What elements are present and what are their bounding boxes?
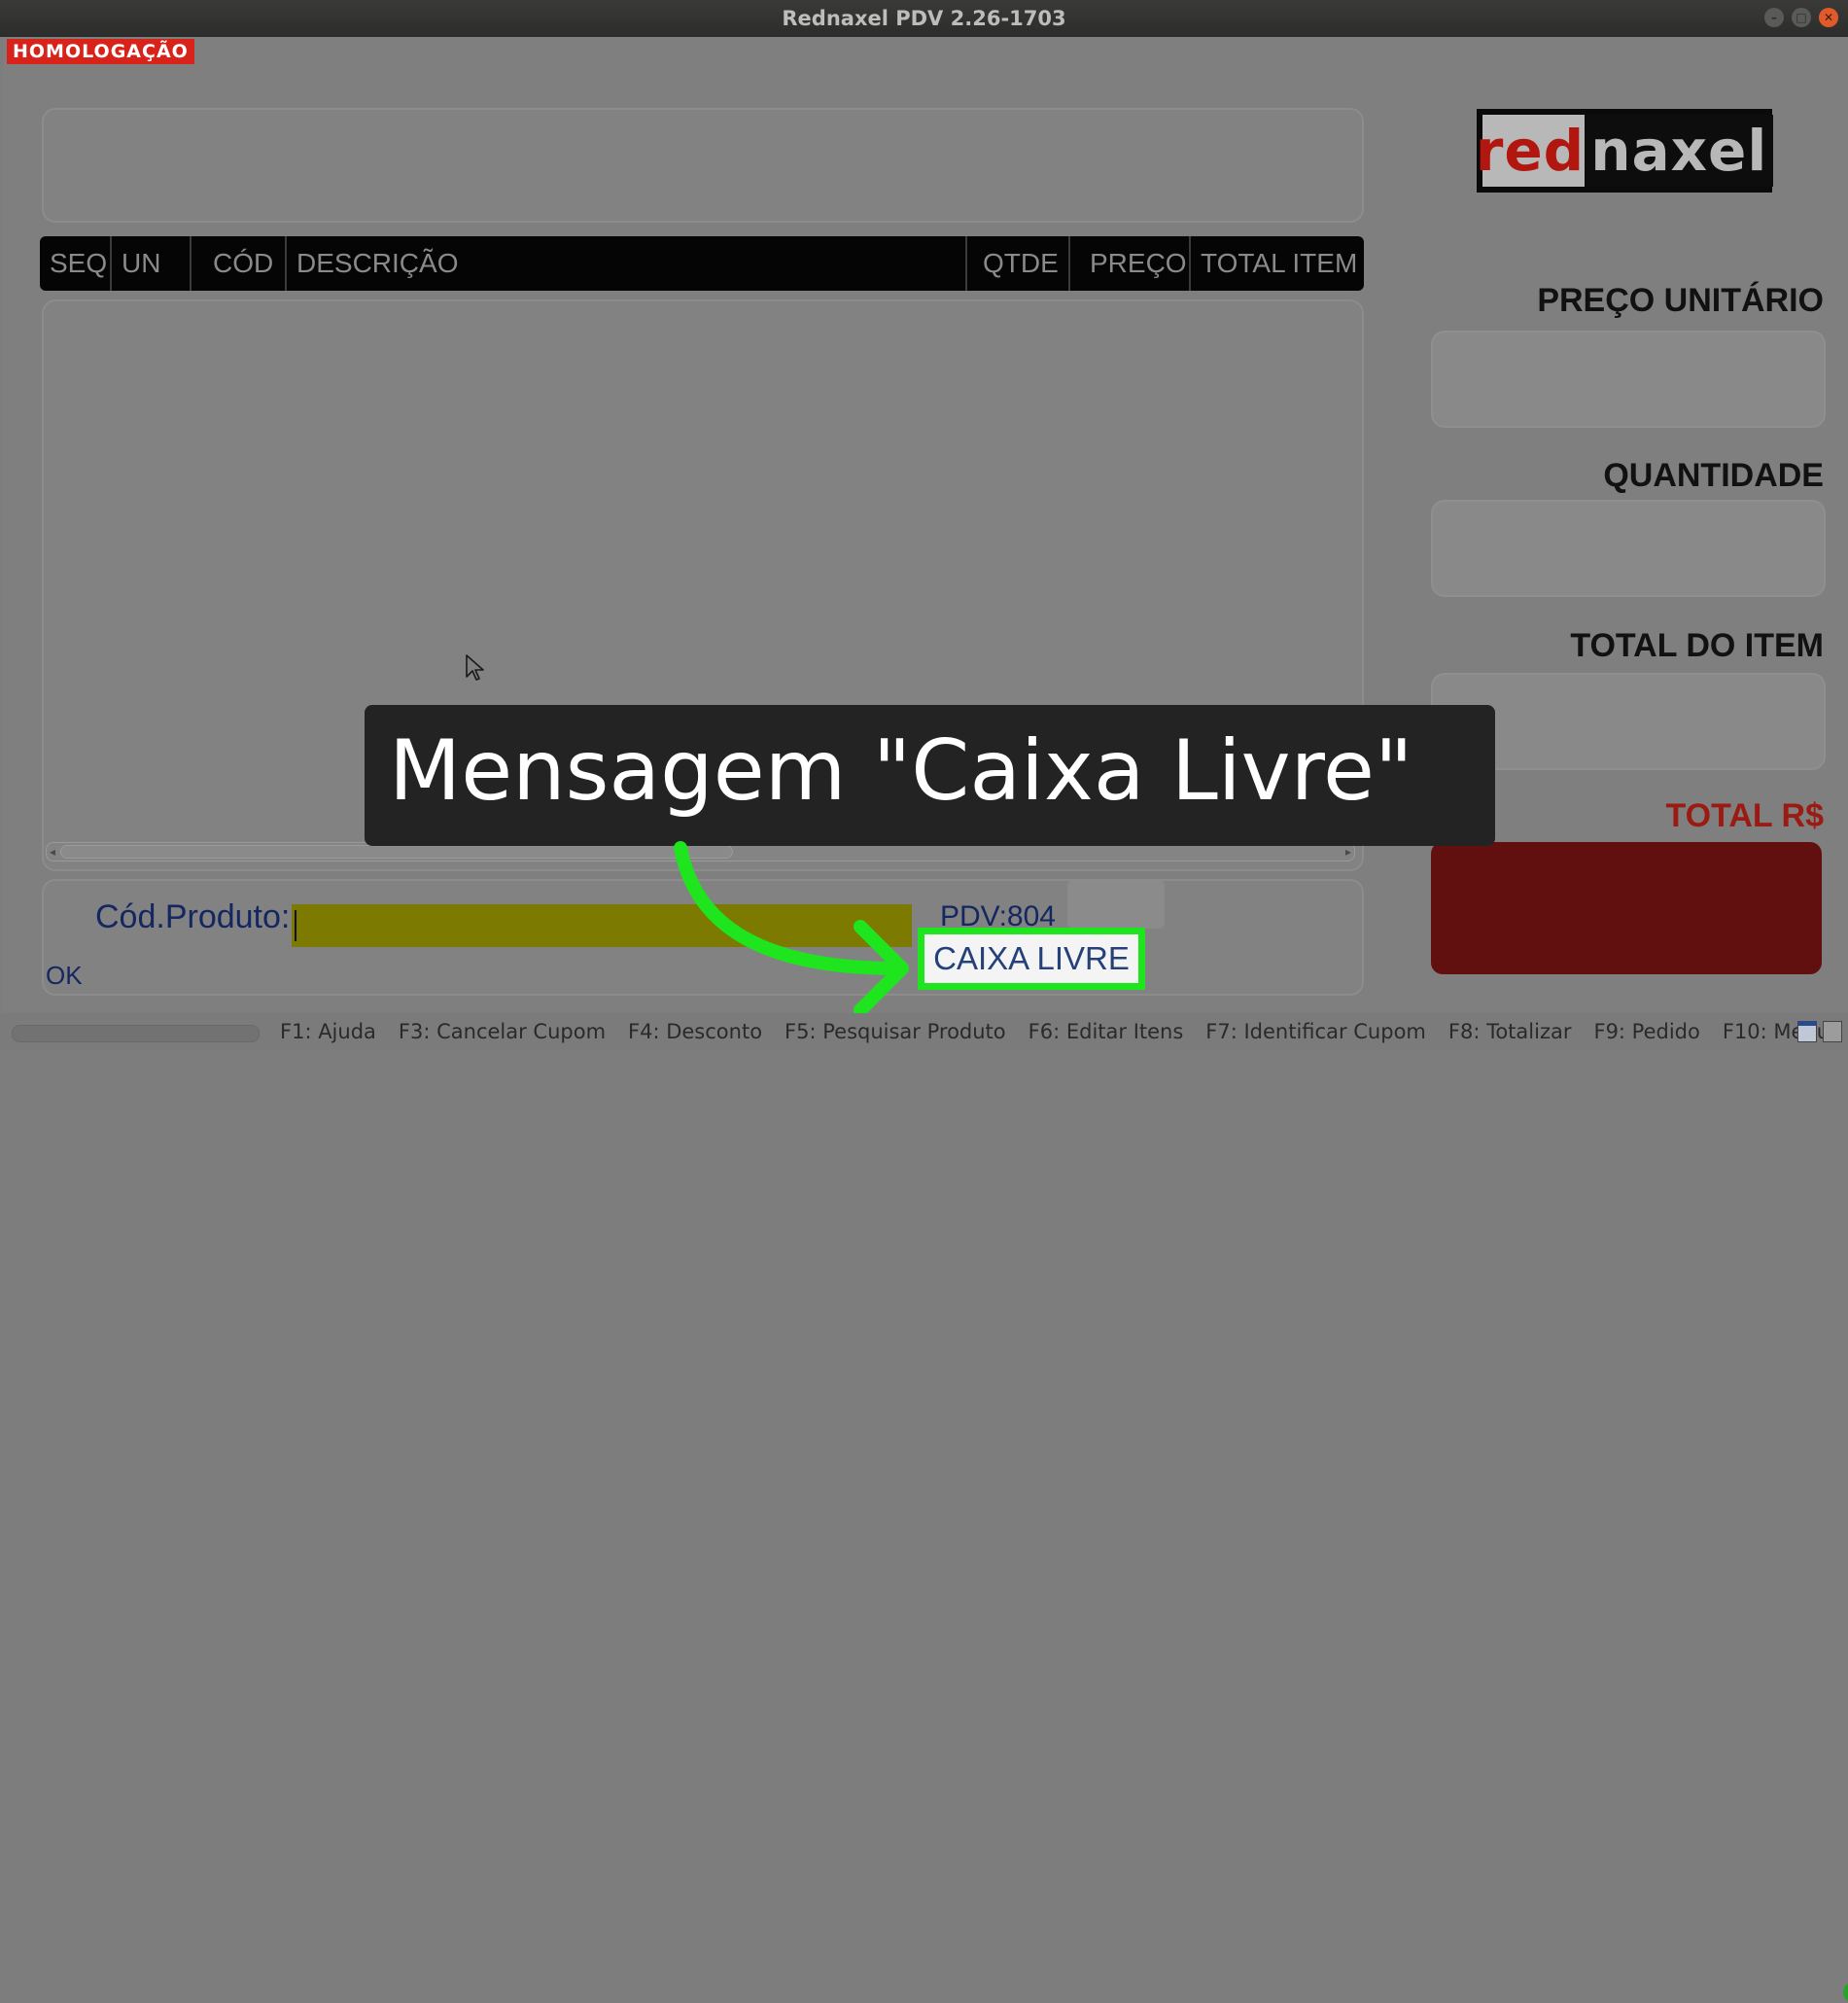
mouse-cursor-icon	[466, 654, 484, 681]
window-icon[interactable]	[1797, 1021, 1817, 1042]
fkey-f9: F9: Pedido	[1593, 1020, 1700, 1043]
fkey-f4: F4: Desconto	[628, 1020, 763, 1043]
callout-arrow-icon	[674, 841, 909, 1017]
fkey-f6: F6: Editar Itens	[1028, 1020, 1184, 1043]
fkey-f3: F3: Cancelar Cupom	[398, 1020, 607, 1043]
status-progress	[12, 1025, 260, 1042]
fkey-f1: F1: Ajuda	[280, 1020, 376, 1043]
document-icon[interactable]	[1823, 1021, 1842, 1042]
caixa-livre-status: CAIXA LIVRE	[933, 940, 1130, 976]
function-key-hints: F1: Ajuda F3: Cancelar Cupom F4: Descont…	[280, 1020, 1830, 1043]
fkey-f7: F7: Identificar Cupom	[1205, 1020, 1426, 1043]
status-icons: ✓	[1797, 1021, 1848, 2003]
check-icon: ✓	[1843, 1982, 1848, 2003]
fkey-f5: F5: Pesquisar Produto	[785, 1020, 1006, 1043]
fkey-f8: F8: Totalizar	[1447, 1020, 1572, 1043]
caixa-livre-highlight: CAIXA LIVRE	[918, 928, 1145, 990]
